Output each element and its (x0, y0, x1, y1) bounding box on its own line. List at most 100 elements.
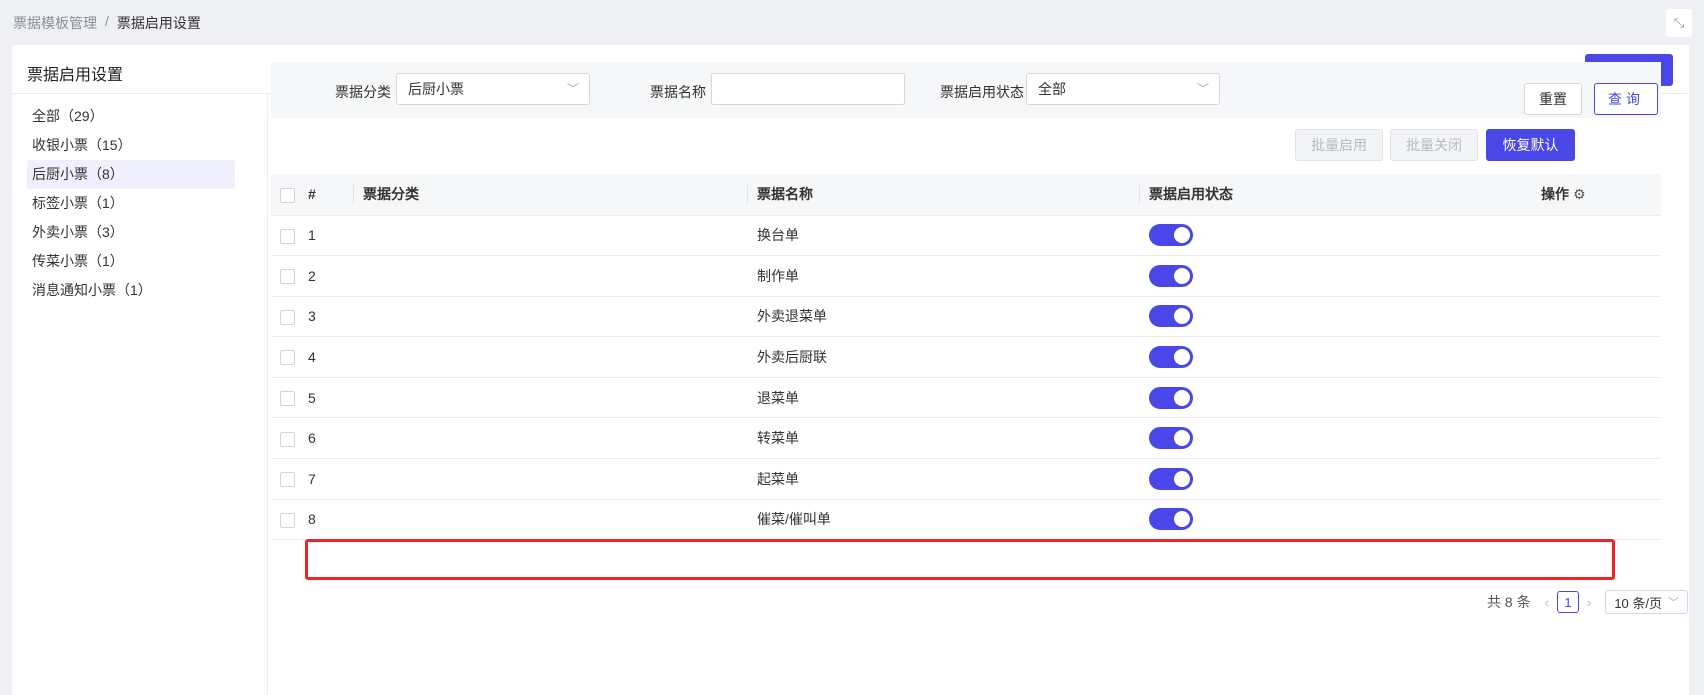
row-category (353, 296, 747, 338)
page-size-value: 10 条/页 (1614, 595, 1662, 611)
status-toggle[interactable] (1149, 427, 1193, 450)
header-name: 票据名称 (747, 174, 1139, 216)
sidebar-category-item[interactable]: 传菜小票（1） (27, 247, 235, 276)
status-toggle[interactable] (1149, 224, 1193, 247)
table-row: 6 转菜单 (271, 417, 1661, 460)
category-select[interactable]: 后厨小票 ﹀ (396, 73, 590, 105)
status-toggle[interactable] (1149, 346, 1193, 369)
category-filter-label: 票据分类 (335, 84, 391, 100)
header-category: 票据分类 (353, 174, 747, 216)
toggle-knob (1174, 511, 1190, 528)
query-button[interactable]: 查询 (1594, 83, 1658, 115)
row-index: 5 (304, 377, 353, 419)
prev-page-icon[interactable]: ‹ (1545, 595, 1549, 610)
sidebar-category-item[interactable]: 外卖小票（3） (27, 218, 235, 247)
row-status-cell (1139, 255, 1531, 297)
status-toggle[interactable] (1149, 508, 1193, 531)
toggle-knob (1174, 308, 1190, 325)
row-status-cell (1139, 499, 1531, 541)
row-index: 1 (304, 215, 353, 257)
category-select-value: 后厨小票 (408, 81, 464, 97)
status-toggle[interactable] (1149, 305, 1193, 328)
table-header-row: # 票据分类 票据名称 票据启用状态 操作 ⚙ (271, 174, 1661, 216)
row-status-cell (1139, 377, 1531, 419)
status-toggle[interactable] (1149, 467, 1193, 490)
status-filter-label: 票据启用状态 (940, 84, 1024, 100)
row-index: 2 (304, 255, 353, 297)
header-index: # (304, 174, 353, 216)
pagination-total: 共 8 条 (1487, 594, 1531, 610)
filter-bar: 票据分类 后厨小票 ﹀ 票据名称 票据启用状态 全部 ﹀ 重置 查询 (271, 62, 1661, 118)
select-all-cell (271, 174, 304, 216)
header-operation-label: 操作 (1541, 186, 1569, 203)
toggle-knob (1174, 470, 1190, 487)
chevron-down-icon: ﹀ (1668, 597, 1679, 609)
page-size-select[interactable]: 10 条/页 ﹀ (1605, 590, 1688, 614)
row-operation (1531, 377, 1661, 419)
toggle-knob (1174, 227, 1190, 244)
row-checkbox[interactable] (280, 391, 295, 407)
row-operation (1531, 296, 1661, 338)
row-checkbox[interactable] (280, 228, 295, 244)
row-index: 7 (304, 458, 353, 500)
header-operation: 操作 ⚙ (1531, 174, 1661, 216)
sidebar-category-item[interactable]: 收银小票（15） (27, 131, 235, 160)
gear-icon[interactable]: ⚙ (1573, 186, 1586, 202)
select-all-checkbox[interactable] (280, 187, 295, 203)
sidebar-category-item[interactable]: 消息通知小票（1） (27, 276, 235, 305)
sidebar-category-item[interactable]: 标签小票（1） (27, 189, 235, 218)
ticket-table: # 票据分类 票据名称 票据启用状态 操作 ⚙ 1 换台单 2 制作单 3 外卖退菜单 4 外卖… (271, 174, 1661, 541)
row-select-cell (271, 499, 304, 541)
row-checkbox[interactable] (280, 269, 295, 285)
row-category (353, 499, 747, 541)
status-select[interactable]: 全部 ﹀ (1026, 73, 1220, 105)
fullscreen-icon: ⤡ (1673, 15, 1685, 30)
name-input[interactable] (711, 73, 905, 105)
fullscreen-button[interactable]: ⤡ (1666, 9, 1692, 37)
toggle-knob (1174, 349, 1190, 366)
main-content: 票据分类 后厨小票 ﹀ 票据名称 票据启用状态 全部 ﹀ 重置 查询 批量启用 … (271, 62, 1661, 541)
next-page-icon[interactable]: › (1587, 595, 1591, 610)
row-name: 退菜单 (747, 377, 1139, 419)
row-operation (1531, 417, 1661, 460)
table-row: 3 外卖退菜单 (271, 296, 1661, 338)
row-checkbox[interactable] (280, 309, 295, 325)
page-title: 票据启用设置 (27, 67, 124, 84)
status-toggle[interactable] (1149, 264, 1193, 287)
row-category (353, 336, 747, 378)
row-operation (1531, 336, 1661, 378)
row-index: 8 (304, 499, 353, 541)
breadcrumb-parent[interactable]: 票据模板管理 (13, 13, 97, 33)
row-checkbox[interactable] (280, 512, 295, 528)
table-row: 4 外卖后厨联 (271, 336, 1661, 378)
row-checkbox[interactable] (280, 472, 295, 488)
row-checkbox[interactable] (280, 431, 295, 447)
chevron-down-icon: ﹀ (566, 82, 579, 96)
chevron-down-icon: ﹀ (1196, 82, 1209, 96)
pagination: 共 8 条 ‹ 1 › 10 条/页 ﹀ (1487, 590, 1688, 614)
table-row: 5 退菜单 (271, 377, 1661, 419)
table-row: 2 制作单 (271, 255, 1661, 297)
batch-enable-button[interactable]: 批量启用 (1295, 129, 1383, 161)
row-select-cell (271, 296, 304, 338)
sidebar-category-item[interactable]: 后厨小票（8） (27, 160, 235, 189)
page-current[interactable]: 1 (1556, 591, 1579, 613)
row-category (353, 377, 747, 419)
breadcrumb-current: 票据启用设置 (116, 15, 201, 31)
toggle-knob (1174, 389, 1190, 406)
row-category (353, 417, 747, 460)
restore-default-button[interactable]: 恢复默认 (1486, 129, 1575, 161)
row-select-cell (271, 417, 304, 460)
batch-close-button[interactable]: 批量关闭 (1390, 129, 1478, 161)
action-row: 批量启用 批量关闭 恢复默认 (271, 118, 1661, 174)
row-name: 换台单 (747, 215, 1139, 257)
status-toggle[interactable] (1149, 386, 1193, 409)
table-row: 8 催菜/催叫单 (271, 499, 1661, 541)
reset-button[interactable]: 重置 (1524, 83, 1582, 115)
table-row: 1 换台单 (271, 215, 1661, 257)
row-operation (1531, 458, 1661, 500)
sidebar-category-item[interactable]: 全部（29） (27, 102, 235, 131)
row-status-cell (1139, 458, 1531, 500)
row-operation (1531, 499, 1661, 541)
row-checkbox[interactable] (280, 350, 295, 366)
